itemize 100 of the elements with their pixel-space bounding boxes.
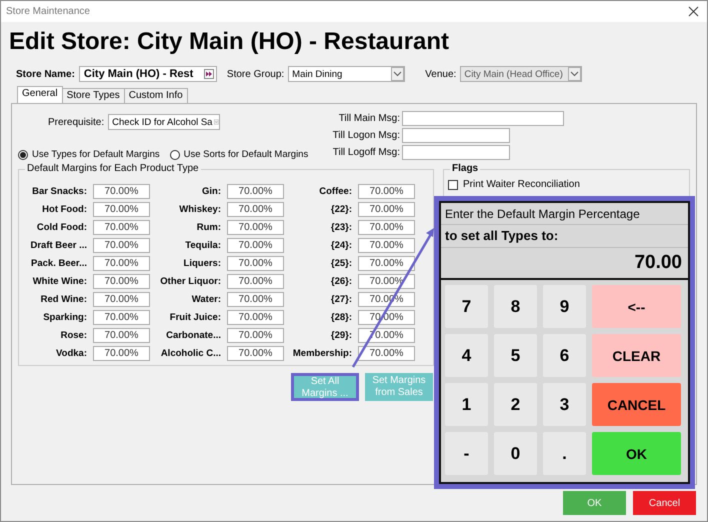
margin-label: Water: [190, 294, 222, 304]
group-title: Flags [450, 163, 480, 174]
margin-field[interactable]: 70.00% [227, 256, 284, 270]
margin-label: Alcoholic C... [160, 348, 222, 358]
margin-field[interactable]: 70.00% [93, 202, 150, 216]
caret-icon [568, 67, 582, 81]
margin-field[interactable]: 70.00% [227, 184, 284, 198]
keypad-key[interactable]: 4 [445, 334, 488, 377]
radio-icon[interactable] [18, 150, 28, 160]
margin-field[interactable]: 70.00% [358, 202, 415, 216]
margin-field[interactable]: 70.00% [358, 220, 415, 234]
margin-label: Rum: [196, 222, 222, 232]
keypad-prompt: Enter the Default Margin Percentage [441, 203, 688, 225]
margin-field[interactable]: 70.00% [93, 238, 150, 252]
keypad-key[interactable]: 8 [494, 285, 537, 328]
margin-label: {23}: [330, 222, 353, 232]
tab[interactable]: Store Types [62, 88, 125, 103]
radio-option[interactable]: Use Types for Default Margins [18, 149, 160, 160]
radio-option[interactable]: Use Sorts for Default Margins [170, 149, 308, 160]
margin-field[interactable]: 70.00% [227, 220, 284, 234]
margin-field[interactable]: 70.00% [227, 328, 284, 342]
margin-field[interactable]: 70.00% [93, 328, 150, 342]
margin-field[interactable]: 70.00% [227, 238, 284, 252]
till-message-label: Till Main Msg: [338, 113, 400, 124]
keypad-key[interactable]: CLEAR [592, 334, 681, 377]
store-group-label: Store Group: [226, 68, 284, 80]
checkbox[interactable] [448, 180, 458, 190]
margin-label: Pack. Beer... [30, 258, 88, 268]
margin-field[interactable]: 70.00% [227, 346, 284, 360]
keypad-key[interactable]: 9 [543, 285, 586, 328]
margin-label: Hot Food: [41, 204, 88, 214]
margin-field[interactable]: 70.00% [227, 292, 284, 306]
till-message-field[interactable] [402, 111, 564, 126]
dialog-button[interactable]: Cancel [633, 491, 696, 515]
store-name-field[interactable]: City Main (HO) - Rest [78, 66, 217, 82]
keypad-prompt: to set all Types to: [444, 227, 560, 245]
till-message-field[interactable] [402, 145, 510, 160]
margin-label: {29}: [330, 330, 353, 340]
margin-field[interactable]: 70.00% [93, 256, 150, 270]
keypad-key[interactable]: 0 [494, 432, 537, 475]
close-icon[interactable] [688, 6, 699, 17]
window-title: Store Maintenance [6, 6, 90, 17]
margin-label: Other Liquor: [159, 276, 222, 286]
tab[interactable]: Custom Info [124, 88, 188, 103]
margin-label: Vodka: [55, 348, 88, 358]
margin-field[interactable]: 70.00% [93, 310, 150, 324]
keypad-display: 70.00 [441, 247, 688, 280]
margin-field[interactable]: 70.00% [358, 274, 415, 288]
till-message-label: Till Logon Msg: [332, 130, 400, 141]
margin-field[interactable]: 70.00% [227, 274, 284, 288]
keypad-key[interactable]: <-- [592, 285, 681, 328]
keypad-key[interactable]: 5 [494, 334, 537, 377]
margin-label: Tequila: [184, 240, 222, 250]
margin-label: Coffee: [318, 186, 353, 196]
margin-label: Carbonate... [165, 330, 222, 340]
group-title: Default Margins for Each Product Type [25, 163, 201, 174]
margin-label: Gin: [201, 186, 222, 196]
margin-label: Cold Food: [36, 222, 88, 232]
keypad-key[interactable]: 2 [494, 383, 537, 426]
margin-field[interactable]: 70.00% [93, 274, 150, 288]
radio-icon[interactable] [170, 150, 180, 160]
keypad-key[interactable]: 3 [543, 383, 586, 426]
margin-label: Rose: [60, 330, 88, 340]
margin-label: Bar Snacks: [31, 186, 88, 196]
keypad-key[interactable]: 7 [445, 285, 488, 328]
margin-field[interactable]: 70.00% [358, 238, 415, 252]
venue-label: Venue: [425, 68, 456, 80]
keypad-key[interactable]: 6 [543, 334, 586, 377]
prerequisite-dropdown[interactable]: Check ID for Alcohol Sa [108, 114, 220, 130]
till-message-field[interactable] [402, 128, 510, 143]
margin-field[interactable]: 70.00% [358, 184, 415, 198]
keypad-key[interactable]: 1 [445, 383, 488, 426]
margin-field[interactable]: 70.00% [93, 346, 150, 360]
caret-icon [391, 67, 404, 81]
tab[interactable]: General [17, 86, 63, 103]
store-name-label: Store Name: [16, 68, 75, 80]
margin-label: {28}: [330, 312, 353, 322]
keypad-key[interactable]: . [543, 432, 586, 475]
margin-label: {27}: [330, 294, 353, 304]
keypad-key[interactable]: - [445, 432, 488, 475]
margin-label: Draft Beer ... [30, 240, 88, 250]
fast-forward-icon[interactable] [204, 69, 214, 79]
margin-field[interactable]: 70.00% [358, 346, 415, 360]
margin-field[interactable]: 70.00% [227, 202, 284, 216]
keypad-key[interactable]: CANCEL [592, 383, 681, 426]
flag-label: Print Waiter Reconciliation [463, 179, 580, 190]
margin-field[interactable]: 70.00% [93, 220, 150, 234]
margin-field[interactable]: 70.00% [93, 184, 150, 198]
margin-label: {24}: [330, 240, 353, 250]
margin-field[interactable]: 70.00% [93, 292, 150, 306]
margin-field[interactable]: 70.00% [358, 256, 415, 270]
margin-label: Red Wine: [40, 294, 88, 304]
keypad-key[interactable]: OK [592, 432, 681, 475]
margin-label: {26}: [330, 276, 353, 286]
prerequisite-label: Prerequisite: [48, 116, 104, 128]
margin-field[interactable]: 70.00% [227, 310, 284, 324]
store-group-dropdown[interactable]: Main Dining [288, 66, 406, 82]
margin-label: Fruit Juice: [168, 312, 222, 322]
margin-label: {25}: [330, 258, 353, 268]
margin-label: Whiskey: [178, 204, 222, 214]
